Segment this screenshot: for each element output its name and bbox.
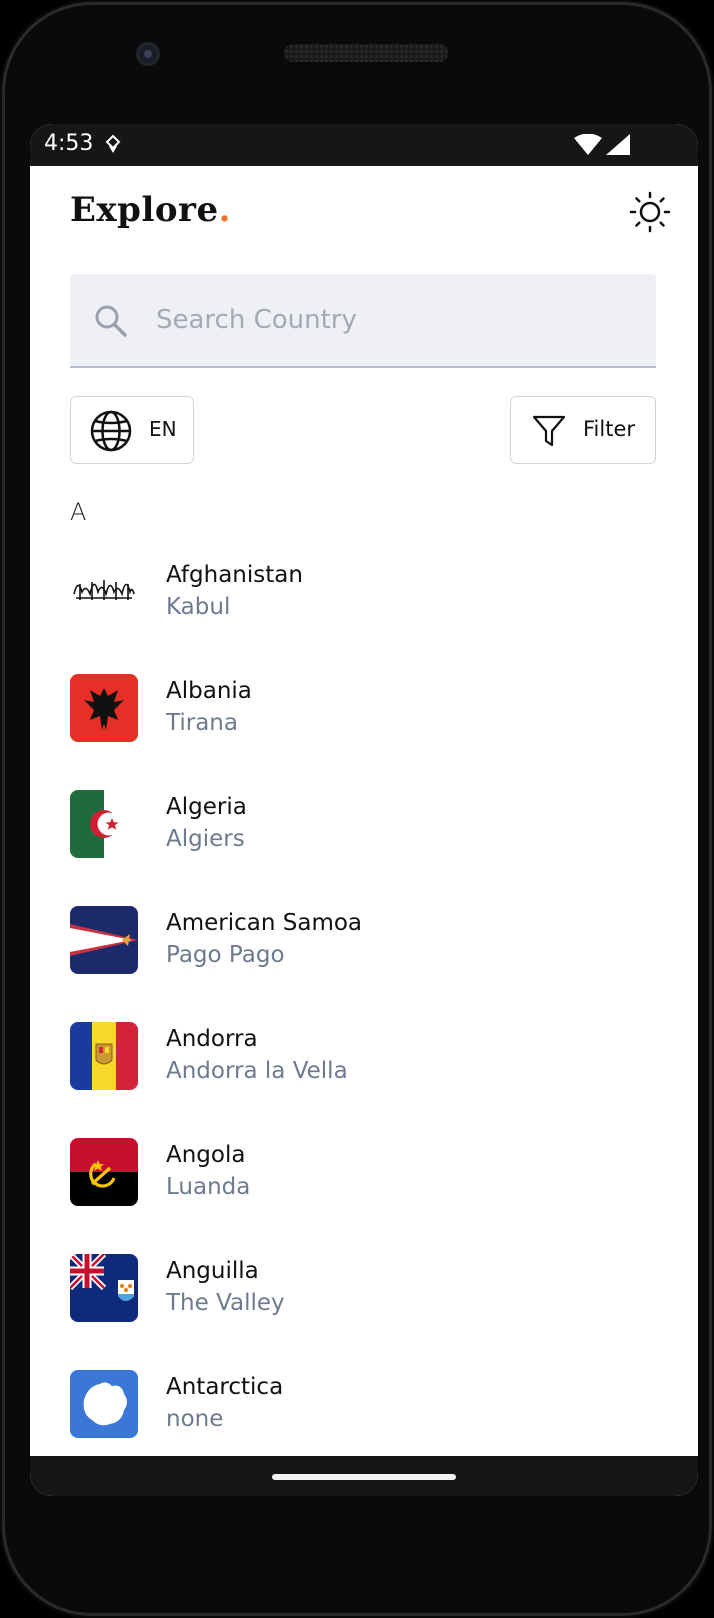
earpiece-speaker	[284, 44, 448, 62]
albania-flag	[70, 674, 138, 742]
country-name: Antarctica	[166, 1374, 284, 1400]
country-name: Andorra	[166, 1026, 258, 1052]
status-time: 4:53	[44, 131, 94, 156]
notification-icon	[104, 134, 122, 158]
country-row-american-samoa[interactable]: American Samoa Pago Pago	[70, 906, 656, 976]
language-label: EN	[149, 417, 177, 441]
country-name: Albania	[166, 678, 252, 704]
country-capital: Tirana	[166, 710, 238, 736]
antarctica-flag	[70, 1370, 138, 1438]
country-capital: Luanda	[166, 1174, 251, 1200]
country-name: Angola	[166, 1142, 246, 1168]
search-icon	[94, 304, 128, 342]
country-capital: Pago Pago	[166, 942, 285, 968]
country-capital: Andorra la Vella	[166, 1058, 348, 1084]
sun-icon	[629, 191, 671, 233]
main-content: Explore. Search Country EN Filter A Afgh…	[30, 166, 698, 1456]
american-samoa-flag	[70, 906, 138, 974]
wifi-icon	[574, 133, 602, 160]
section-header: A	[70, 498, 87, 526]
country-row-albania[interactable]: Albania Tirana	[70, 674, 656, 744]
country-row-afghanistan[interactable]: Afghanistan Kabul	[70, 558, 656, 628]
country-row-andorra[interactable]: Andorra Andorra la Vella	[70, 1022, 656, 1092]
home-gesture-handle[interactable]	[272, 1474, 456, 1480]
country-name: American Samoa	[166, 910, 363, 936]
country-name: Afghanistan	[166, 562, 303, 588]
signal-icon	[606, 134, 630, 160]
screen: 4:53 Explore. Search Country EN Filter A…	[30, 124, 698, 1496]
anguilla-flag	[70, 1254, 138, 1322]
country-capital: The Valley	[166, 1290, 285, 1316]
phone-frame: 4:53 Explore. Search Country EN Filter A…	[0, 0, 714, 1618]
angola-flag	[70, 1138, 138, 1206]
front-camera	[136, 42, 160, 66]
search-input[interactable]	[156, 274, 636, 366]
afghanistan-flag	[70, 558, 138, 626]
country-capital: Kabul	[166, 594, 231, 620]
country-name: Algeria	[166, 794, 247, 820]
andorra-flag	[70, 1022, 138, 1090]
app-logo: Explore.	[70, 190, 231, 230]
language-button[interactable]: EN	[70, 396, 194, 464]
country-row-anguilla[interactable]: Anguilla The Valley	[70, 1254, 656, 1324]
theme-toggle-button[interactable]	[628, 190, 672, 234]
status-bar: 4:53	[30, 124, 698, 166]
filter-button[interactable]: Filter	[510, 396, 656, 464]
country-row-antarctica[interactable]: Antarctica none	[70, 1370, 656, 1440]
country-row-algeria[interactable]: Algeria Algiers	[70, 790, 656, 860]
funnel-icon	[531, 413, 567, 453]
country-capital: none	[166, 1406, 224, 1432]
country-capital: Algiers	[166, 826, 245, 852]
country-name: Anguilla	[166, 1258, 259, 1284]
country-row-angola[interactable]: Angola Luanda	[70, 1138, 656, 1208]
filter-label: Filter	[583, 417, 636, 441]
navigation-bar	[30, 1456, 698, 1496]
app-logo-text: Explore	[70, 190, 219, 230]
globe-icon	[89, 409, 133, 457]
search-bar[interactable]	[70, 274, 656, 368]
algeria-flag	[70, 790, 138, 858]
app-logo-dot: .	[218, 190, 231, 230]
